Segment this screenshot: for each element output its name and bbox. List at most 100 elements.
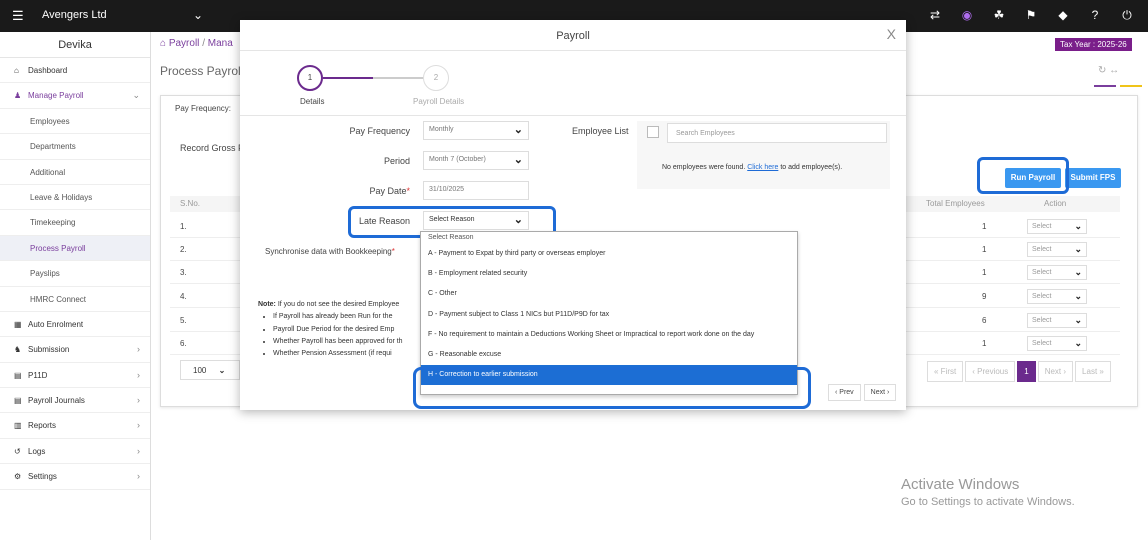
row-action-select[interactable]: Select ⌄ bbox=[1027, 336, 1087, 351]
tab-underline-yellow bbox=[1120, 85, 1142, 87]
history-icon: ↺ bbox=[14, 446, 21, 456]
dropdown-option[interactable]: F - No requirement to maintain a Deducti… bbox=[421, 325, 797, 345]
search-employees-input[interactable]: Search Employees bbox=[667, 123, 887, 143]
row-action-select[interactable]: Select ⌄ bbox=[1027, 289, 1087, 304]
refresh-icon[interactable]: ↻ ↔ bbox=[1098, 65, 1119, 76]
sidebar-item-submission[interactable]: ♞ Submission › bbox=[0, 337, 150, 363]
sidebar-item-payslips[interactable]: Payslips bbox=[0, 261, 150, 287]
after-link-text: to add employee(s). bbox=[780, 164, 843, 171]
step-2-circle[interactable]: 2 bbox=[423, 65, 449, 91]
sidebar-item-dashboard[interactable]: ⌂ Dashboard bbox=[0, 58, 150, 84]
dropdown-option[interactable]: C - Other bbox=[421, 284, 797, 304]
pager-next[interactable]: Next › bbox=[1037, 361, 1074, 382]
sidebar-item-manage-payroll[interactable]: ♟ Manage Payroll ⌄ bbox=[0, 83, 150, 109]
sidebar-item-additional[interactable]: Additional bbox=[0, 160, 150, 185]
gear-icon: ⚙ bbox=[14, 472, 22, 482]
help-icon[interactable]: ? bbox=[1086, 8, 1104, 23]
row-action-value: Select bbox=[1032, 293, 1052, 300]
power-icon[interactable]: ⏻ bbox=[1118, 8, 1136, 23]
announce-icon[interactable]: ⚑ bbox=[1022, 8, 1040, 23]
chevron-down-icon: ⌄ bbox=[1074, 221, 1082, 231]
prev-button[interactable]: ‹ Prev bbox=[828, 384, 861, 401]
row-action-select[interactable]: Select ⌄ bbox=[1027, 242, 1087, 257]
app-logo-icon[interactable]: ◉ bbox=[958, 8, 976, 23]
row-sno: 5. bbox=[180, 316, 187, 325]
tax-year-badge: Tax Year : 2025-26 bbox=[1055, 38, 1132, 51]
row-action-value: Select bbox=[1032, 269, 1052, 276]
sidebar-item-logs[interactable]: ↺ Logs › bbox=[0, 439, 150, 465]
dropdown-option[interactable]: B - Employment related security bbox=[421, 264, 797, 284]
submit-fps-button[interactable]: Submit FPS bbox=[1065, 168, 1121, 188]
select-all-checkbox[interactable] bbox=[647, 126, 659, 138]
chevron-right-icon: › bbox=[137, 369, 140, 380]
pager-current[interactable]: 1 bbox=[1017, 361, 1036, 382]
row-action-select[interactable]: Select ⌄ bbox=[1027, 219, 1087, 234]
breadcrumb-manage[interactable]: Mana bbox=[208, 38, 233, 49]
sidebar-item-settings[interactable]: ⚙ Settings › bbox=[0, 464, 150, 490]
chevron-down-icon: ⌄ bbox=[1074, 267, 1082, 277]
option-h-highlight bbox=[413, 367, 811, 409]
next-button[interactable]: Next › bbox=[863, 384, 897, 401]
row-sno: 4. bbox=[180, 292, 187, 301]
page-size-select[interactable]: 100 ⌄ bbox=[180, 360, 240, 380]
sidebar-item-reports[interactable]: ▥ Reports › bbox=[0, 413, 150, 439]
pay-date-label: Pay Date* bbox=[290, 186, 410, 196]
col-action: Action bbox=[1044, 199, 1067, 208]
share-icon[interactable]: ☘ bbox=[990, 8, 1008, 23]
sidebar-item-label: Additional bbox=[30, 167, 66, 177]
sidebar-user-name: Devika bbox=[0, 32, 150, 58]
step-connector-pending bbox=[373, 77, 423, 79]
step-1-circle[interactable]: 1 bbox=[297, 65, 323, 91]
note-bullet: Whether Pension Assessment (if requi bbox=[273, 348, 403, 360]
close-icon[interactable]: X bbox=[887, 26, 896, 42]
breadcrumb-separator: / bbox=[202, 38, 205, 49]
breadcrumb-payroll[interactable]: Payroll bbox=[169, 38, 200, 49]
sidebar-item-payroll-journals[interactable]: ▤ Payroll Journals › bbox=[0, 388, 150, 414]
row-total: 1 bbox=[982, 222, 987, 231]
chevron-down-icon: ⌄ bbox=[1074, 291, 1082, 301]
row-action-select[interactable]: Select ⌄ bbox=[1027, 313, 1087, 328]
required-marker: * bbox=[406, 186, 410, 196]
row-action-select[interactable]: Select ⌄ bbox=[1027, 265, 1087, 280]
hamburger-menu-icon[interactable]: ☰ bbox=[12, 8, 24, 24]
pay-date-input[interactable]: 31/10/2025 bbox=[423, 181, 529, 200]
swap-icon[interactable]: ⇄ bbox=[926, 8, 944, 23]
employee-list-label: Employee List bbox=[572, 126, 629, 136]
pager-previous[interactable]: ‹ Previous bbox=[965, 361, 1016, 382]
row-action-value: Select bbox=[1032, 246, 1052, 253]
sidebar-item-hmrc-connect[interactable]: HMRC Connect bbox=[0, 287, 150, 312]
chevron-right-icon: › bbox=[137, 420, 140, 431]
dropdown-option[interactable]: G - Reasonable excuse bbox=[421, 345, 797, 365]
company-name[interactable]: Avengers Ltd bbox=[42, 9, 107, 21]
dropdown-option[interactable]: Select Reason bbox=[421, 232, 797, 244]
pay-frequency-select[interactable]: Monthly ⌄ bbox=[423, 121, 529, 140]
sidebar-item-auto-enrolment[interactable]: ▦ Auto Enrolment bbox=[0, 312, 150, 338]
sidebar-item-leave-holidays[interactable]: Leave & Holidays bbox=[0, 185, 150, 211]
sidebar-item-label: Logs bbox=[28, 446, 46, 456]
tag-icon[interactable]: ◆ bbox=[1054, 8, 1072, 23]
company-dropdown-icon[interactable]: ⌄ bbox=[193, 8, 203, 22]
dropdown-option[interactable]: D - Payment subject to Class 1 NICs but … bbox=[421, 305, 797, 325]
row-sno: 6. bbox=[180, 339, 187, 348]
sidebar-item-label: Dashboard bbox=[28, 66, 68, 75]
page-size-value: 100 bbox=[193, 366, 207, 375]
step-connector bbox=[323, 77, 373, 79]
sidebar-item-departments[interactable]: Departments bbox=[0, 134, 150, 160]
sidebar-item-timekeeping[interactable]: Timekeeping bbox=[0, 210, 150, 236]
pay-frequency-filter-label: Pay Frequency: bbox=[175, 104, 232, 113]
add-employee-link[interactable]: Click here bbox=[747, 164, 778, 171]
row-total: 1 bbox=[982, 268, 987, 277]
chevron-right-icon: › bbox=[137, 445, 140, 456]
chevron-right-icon: › bbox=[137, 471, 140, 482]
watermark-line2: Go to Settings to activate Windows. bbox=[901, 496, 1075, 508]
note-bullet: Payroll Due Period for the desired Emp bbox=[273, 324, 403, 336]
journal-icon: ▤ bbox=[14, 396, 22, 406]
chevron-right-icon: › bbox=[137, 344, 140, 355]
sidebar-item-employees[interactable]: Employees bbox=[0, 109, 150, 135]
sidebar-item-p11d[interactable]: ▤ P11D › bbox=[0, 363, 150, 389]
dropdown-option[interactable]: A - Payment to Expat by third party or o… bbox=[421, 244, 797, 264]
pager-last[interactable]: Last » bbox=[1075, 361, 1111, 382]
pager-first[interactable]: « First bbox=[927, 361, 964, 382]
period-select[interactable]: Month 7 (October) ⌄ bbox=[423, 151, 529, 170]
sidebar-item-process-payroll[interactable]: Process Payroll bbox=[0, 235, 150, 262]
